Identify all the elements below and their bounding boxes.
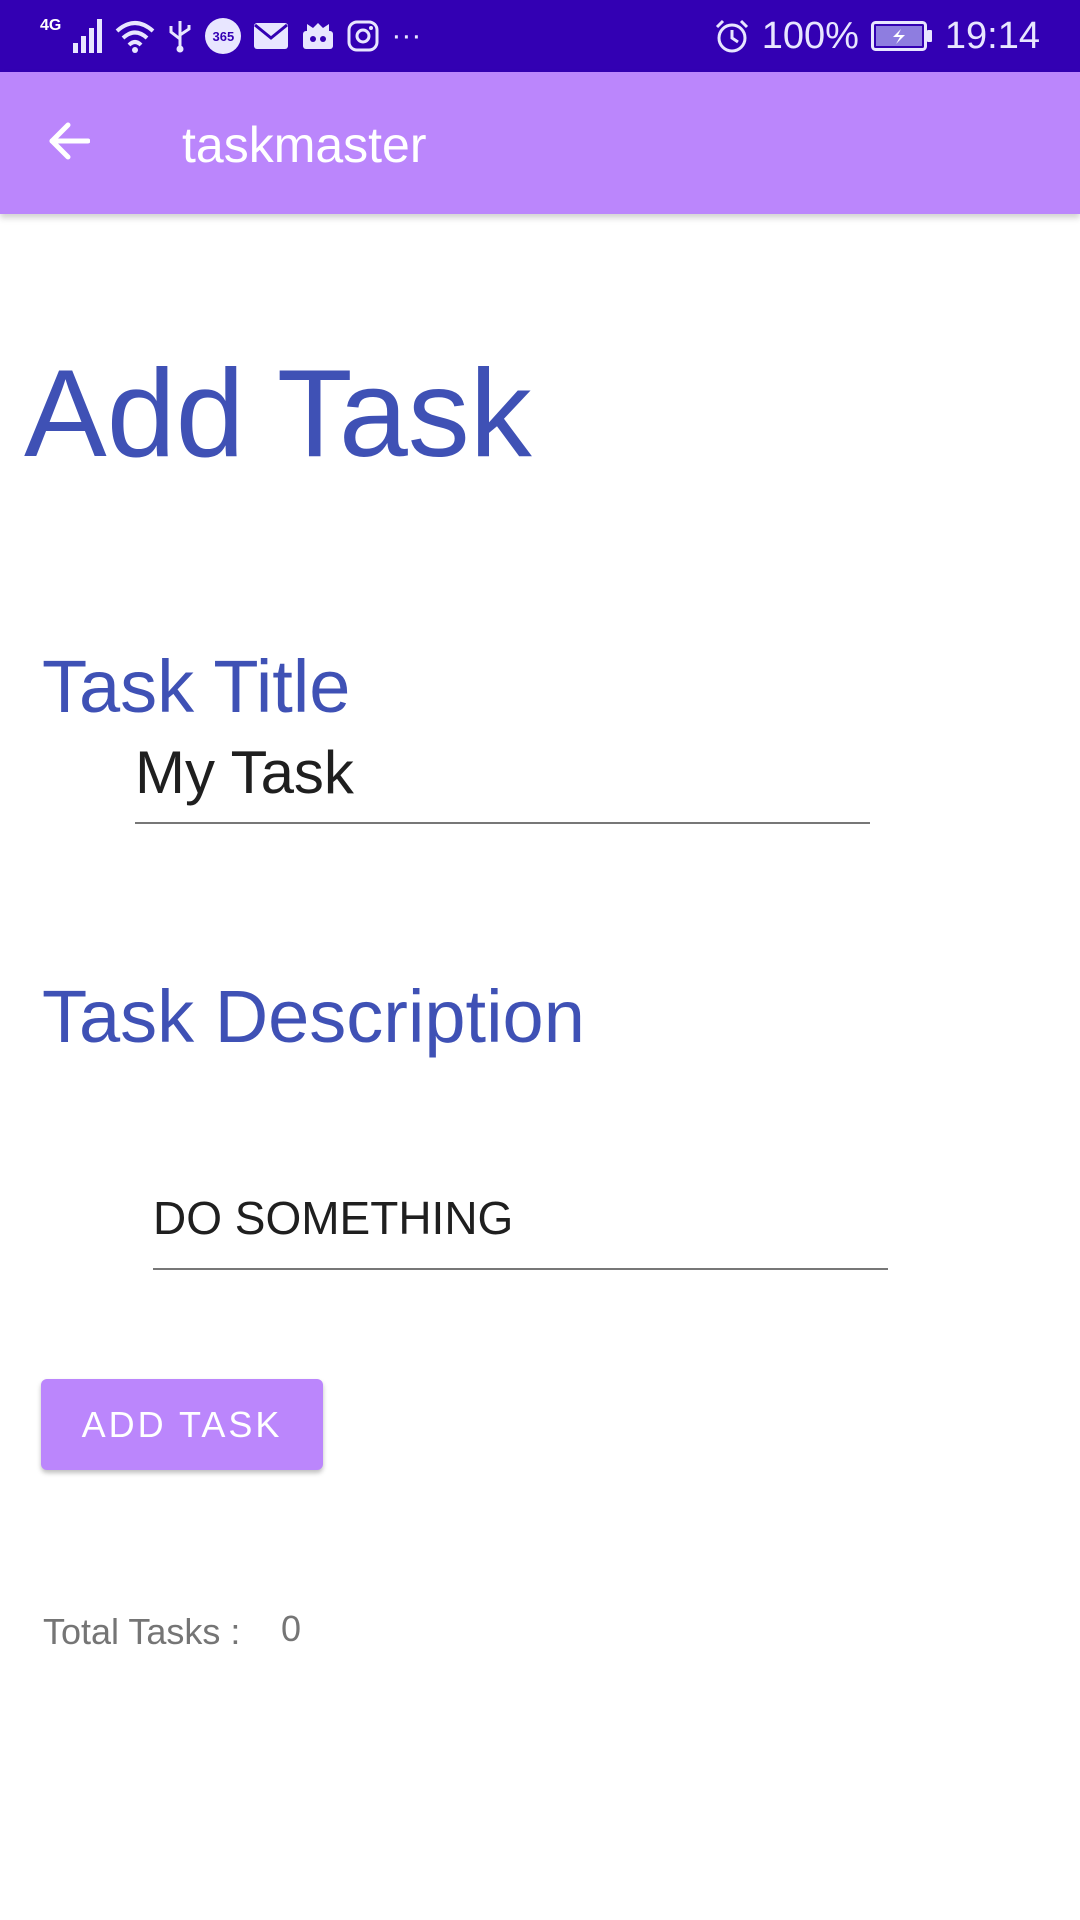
signal-icon	[73, 19, 103, 53]
wifi-icon	[115, 19, 155, 53]
status-bar-right: 100% 19:14	[714, 15, 1040, 58]
task-description-label: Task Description	[42, 975, 585, 1058]
task-title-input[interactable]: My Task	[135, 738, 870, 824]
app-title: taskmaster	[182, 117, 427, 173]
office365-badge-text: 365	[212, 28, 235, 44]
arrow-back-icon	[46, 121, 91, 166]
battery-percent: 100%	[761, 14, 859, 57]
app-icon	[301, 21, 335, 51]
task-description-input[interactable]: DO SOMETHING	[153, 1186, 888, 1270]
back-button[interactable]	[44, 119, 92, 167]
task-title-value: My Task	[135, 739, 354, 806]
app-bar: taskmaster	[0, 72, 1080, 214]
page-title: Add Task	[24, 345, 532, 483]
status-bar: 4G 365 ··· 100% 19:14	[0, 0, 1080, 72]
usb-icon	[167, 19, 193, 53]
more-notifications-icon: ···	[391, 19, 422, 52]
total-tasks-label: Total Tasks :	[43, 1611, 241, 1652]
task-title-label: Task Title	[42, 645, 351, 728]
status-time: 19:14	[944, 14, 1040, 57]
mail-icon	[253, 22, 289, 50]
office365-icon: 365	[205, 18, 242, 54]
total-tasks-count: 0	[281, 1608, 302, 1649]
add-task-button[interactable]: ADD TASK	[41, 1379, 323, 1470]
instagram-icon	[347, 20, 379, 52]
network-type-label: 4G	[40, 17, 62, 34]
task-description-value: DO SOMETHING	[153, 1192, 514, 1244]
status-bar-left: 4G 365 ···	[40, 17, 422, 54]
battery-charging-icon	[870, 21, 933, 51]
alarm-icon	[714, 18, 750, 54]
